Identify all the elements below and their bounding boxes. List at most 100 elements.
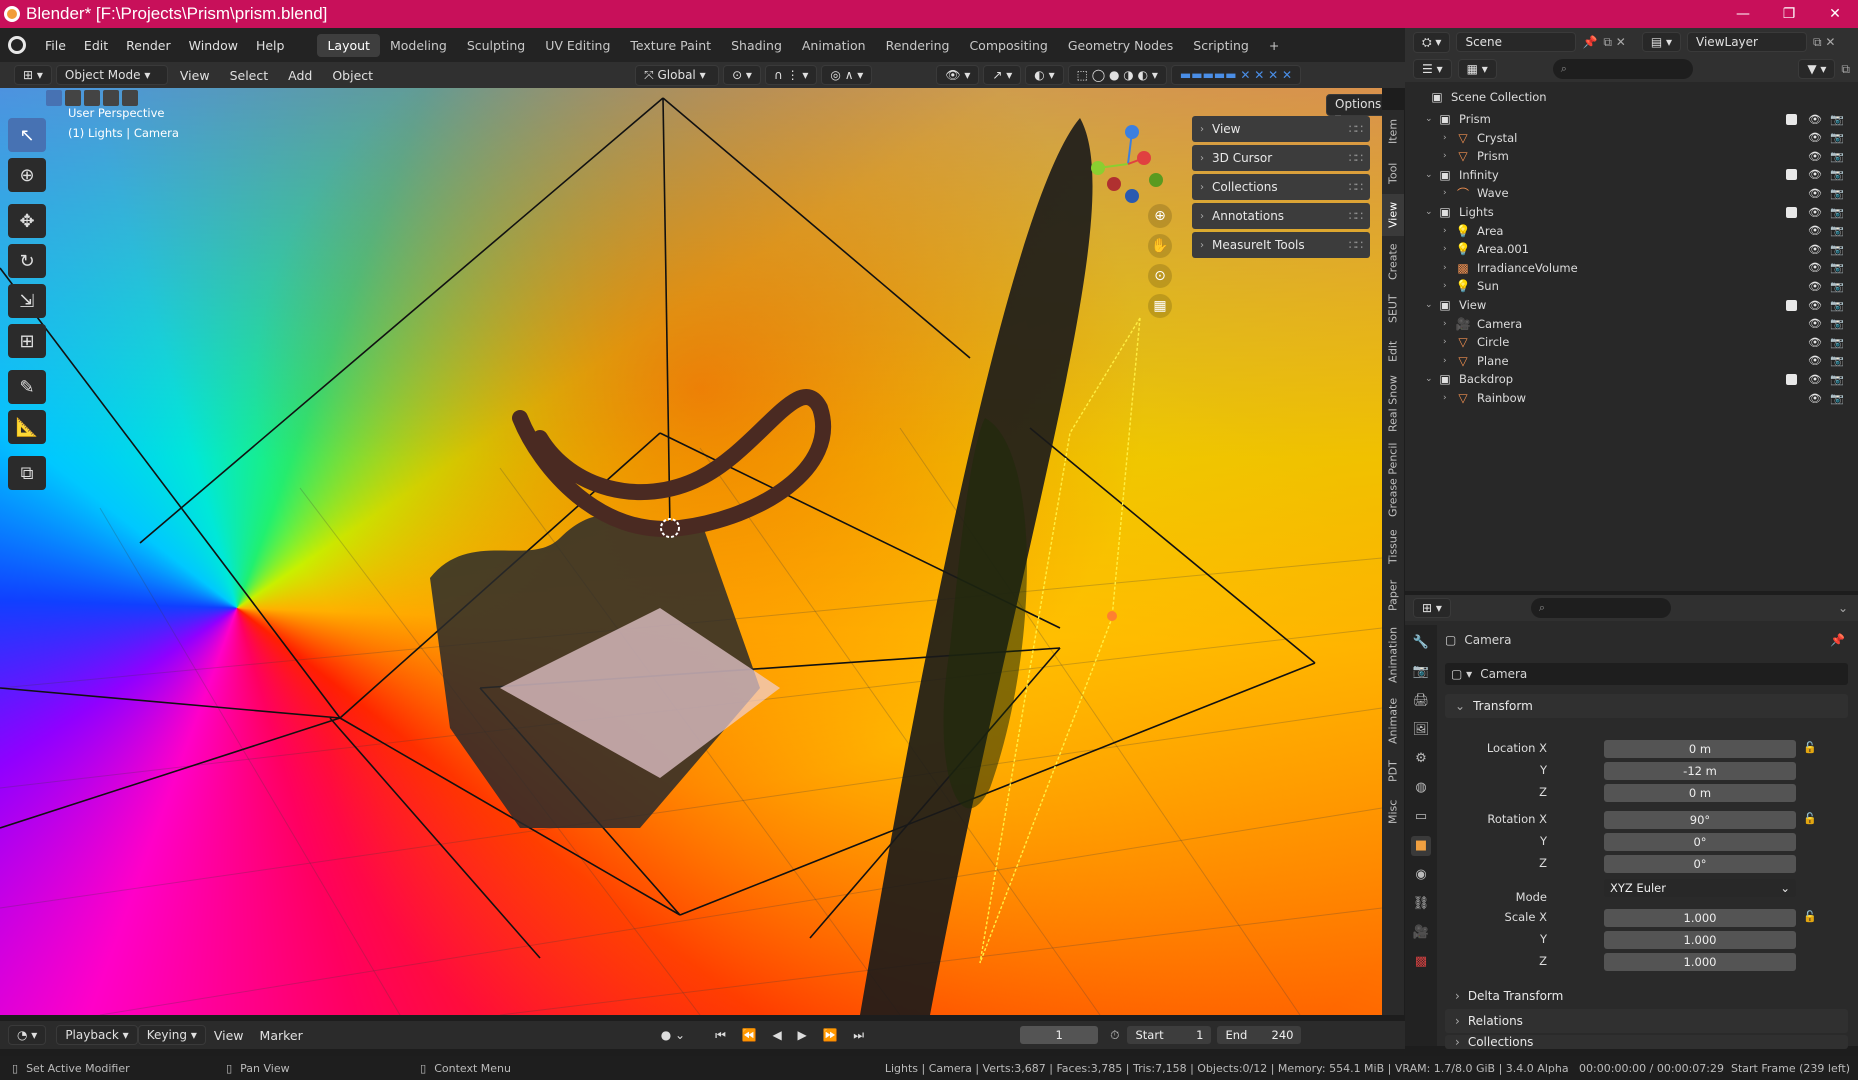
chevron-right-icon[interactable]: › <box>1443 244 1455 254</box>
minimize-button[interactable]: — <box>1720 0 1766 28</box>
snap-dropdown[interactable]: ∩ ⋮ ▾ <box>764 65 818 85</box>
rotation-x-field[interactable]: 90° <box>1604 811 1796 829</box>
transform-panel-header[interactable]: ⌄ Transform <box>1445 694 1848 718</box>
tab-shading[interactable]: Shading <box>721 34 792 57</box>
zoom-icon[interactable]: ⊕ <box>1148 204 1172 228</box>
object-type-dropdown-icon[interactable]: ▢ ▾ <box>1451 667 1472 681</box>
texture-tab-icon[interactable]: ▩ <box>1411 952 1431 972</box>
chevron-right-icon[interactable]: › <box>1443 319 1455 329</box>
eye-icon[interactable]: 👁 <box>1808 280 1822 293</box>
scale-y-field[interactable]: 1.000 <box>1604 931 1796 949</box>
render-tab-icon[interactable]: 📷 <box>1411 662 1431 682</box>
panel-collections[interactable]: › Collections ∷∷ <box>1192 174 1370 200</box>
panel-view[interactable]: › View ∷∷ <box>1192 116 1370 142</box>
panel-annotations[interactable]: › Annotations ∷∷ <box>1192 203 1370 229</box>
chevron-down-icon[interactable]: ⌄ <box>1425 300 1437 310</box>
pin-icon[interactable]: 📌 <box>1582 35 1597 49</box>
restrict-toggles[interactable]: ▬▬▬▬▬ ✕ ✕ ✕ ✕ <box>1170 65 1302 85</box>
render-camera-icon[interactable]: 📷 <box>1830 131 1844 144</box>
rotation-mode-dropdown[interactable]: XYZ Euler ⌄ <box>1604 879 1796 897</box>
tab-sculpting[interactable]: Sculpting <box>457 34 535 57</box>
add-cube-tool-icon[interactable]: ⧉ <box>8 456 46 490</box>
drag-handle-icon[interactable]: ∷∷ <box>1349 122 1363 136</box>
tab-real-snow[interactable]: Real Snow <box>1382 372 1404 436</box>
render-camera-icon[interactable]: 📷 <box>1830 392 1844 405</box>
ortho-grid-icon[interactable]: ▦ <box>1148 294 1172 318</box>
eye-icon[interactable]: 👁 <box>1808 354 1822 367</box>
delta-transform-panel[interactable]: › Delta Transform <box>1445 984 1848 1008</box>
chevron-right-icon[interactable]: › <box>1443 226 1455 236</box>
render-camera-icon[interactable]: 📷 <box>1830 168 1844 181</box>
object-tab-icon[interactable]: ■ <box>1411 836 1431 856</box>
select-extend-icon[interactable] <box>65 90 81 106</box>
select-intersect-icon[interactable] <box>122 90 138 106</box>
eye-icon[interactable]: 👁 <box>1808 224 1822 237</box>
editor-type-dropdown[interactable]: ⊞ ▾ <box>14 65 52 85</box>
exclude-checkbox[interactable] <box>1786 113 1797 125</box>
playback-controls[interactable]: ⏮ ⏪ ◀ ▶ ⏩ ⏭ <box>715 1028 870 1043</box>
transform-tool-icon[interactable]: ⊞ <box>8 324 46 358</box>
tab-edit[interactable]: Edit <box>1382 332 1404 370</box>
chevron-right-icon[interactable]: › <box>1443 393 1455 403</box>
view-layer-tab-icon[interactable]: 🖼 <box>1411 720 1431 740</box>
outliner-search-input[interactable]: ⌕ <box>1552 59 1693 79</box>
tab-seut[interactable]: SEUT <box>1382 288 1404 330</box>
scene-dropdown[interactable]: ⛭ ▾ <box>1413 31 1451 53</box>
eye-icon[interactable]: 👁 <box>1808 373 1822 386</box>
chevron-right-icon[interactable]: › <box>1443 281 1455 291</box>
chevron-right-icon[interactable]: › <box>1443 356 1455 366</box>
tab-pdt[interactable]: PDT <box>1382 752 1404 790</box>
menu-edit[interactable]: Edit <box>75 38 117 53</box>
render-camera-icon[interactable]: 📷 <box>1830 187 1844 200</box>
scene-name-field[interactable]: Scene <box>1456 32 1577 52</box>
render-camera-icon[interactable]: 📷 <box>1830 206 1844 219</box>
world-tab-icon[interactable]: ◍ <box>1411 778 1431 798</box>
tab-animation[interactable]: Animation <box>1382 620 1404 690</box>
scale-x-field[interactable]: 1.000 <box>1604 909 1796 927</box>
render-camera-icon[interactable]: 📷 <box>1830 243 1844 256</box>
chevron-down-icon[interactable]: ⌄ <box>1425 207 1437 217</box>
location-x-field[interactable]: 0 m <box>1604 740 1796 758</box>
camera-view-icon[interactable]: ⊙ <box>1148 264 1172 288</box>
viewlayer-dropdown[interactable]: ▤ ▾ <box>1641 32 1682 52</box>
properties-search-input[interactable]: ⌕ <box>1530 598 1671 618</box>
add-menu[interactable]: Add <box>280 68 320 83</box>
render-camera-icon[interactable]: 📷 <box>1830 373 1844 386</box>
chevron-down-icon[interactable]: ⌄ <box>1425 170 1437 180</box>
new-collection-icon[interactable]: ⧉ <box>1841 62 1850 77</box>
eye-icon[interactable]: 👁 <box>1808 336 1822 349</box>
eye-icon[interactable]: 👁 <box>1808 187 1822 200</box>
eye-icon[interactable]: 👁 <box>1808 113 1822 126</box>
scene-collection-row[interactable]: ▣ Scene Collection <box>1405 86 1858 108</box>
rotate-tool-icon[interactable]: ↻ <box>8 244 46 278</box>
filter-dropdown[interactable]: ▼ ▾ <box>1798 59 1836 79</box>
view-menu[interactable]: View <box>172 68 218 83</box>
eye-icon[interactable]: 👁 <box>1808 131 1822 144</box>
chevron-down-icon[interactable]: ⌄ <box>1838 601 1848 615</box>
output-tab-icon[interactable]: 🖨 <box>1411 691 1431 711</box>
menu-window[interactable]: Window <box>180 38 247 53</box>
eye-icon[interactable]: 👁 <box>1808 261 1822 274</box>
rotation-y-field[interactable]: 0° <box>1604 833 1796 851</box>
select-mode-buttons[interactable] <box>46 90 138 106</box>
menu-render[interactable]: Render <box>117 38 180 53</box>
tab-rendering[interactable]: Rendering <box>876 34 960 57</box>
select-new-icon[interactable] <box>46 90 62 106</box>
exclude-checkbox[interactable] <box>1786 299 1797 311</box>
3d-viewport[interactable]: User Perspective (1) Lights | Camera Opt… <box>0 88 1382 1015</box>
stopwatch-icon[interactable]: ⏱ <box>1110 1028 1119 1043</box>
render-camera-icon[interactable]: 📷 <box>1830 354 1844 367</box>
properties-editor-type[interactable]: ⊞ ▾ <box>1413 598 1451 618</box>
end-frame-field[interactable]: End 240 <box>1217 1026 1302 1044</box>
options-dropdown[interactable]: Options ▾ <box>1326 94 1382 125</box>
panel-measureit[interactable]: › MeasureIt Tools ∷∷ <box>1192 232 1370 258</box>
playback-menu[interactable]: Playback ▾ <box>56 1025 138 1045</box>
cursor-tool-icon[interactable]: ⊕ <box>8 158 46 192</box>
tab-misc[interactable]: Misc <box>1382 792 1404 832</box>
tab-animation[interactable]: Animation <box>792 34 876 57</box>
object-menu[interactable]: Object <box>324 68 381 83</box>
tab-texture-paint[interactable]: Texture Paint <box>620 34 721 57</box>
physics-tab-icon[interactable]: ◉ <box>1411 865 1431 885</box>
drag-handle-icon[interactable]: ∷∷ <box>1349 180 1363 194</box>
viewlayer-name-field[interactable]: ViewLayer <box>1687 32 1808 52</box>
